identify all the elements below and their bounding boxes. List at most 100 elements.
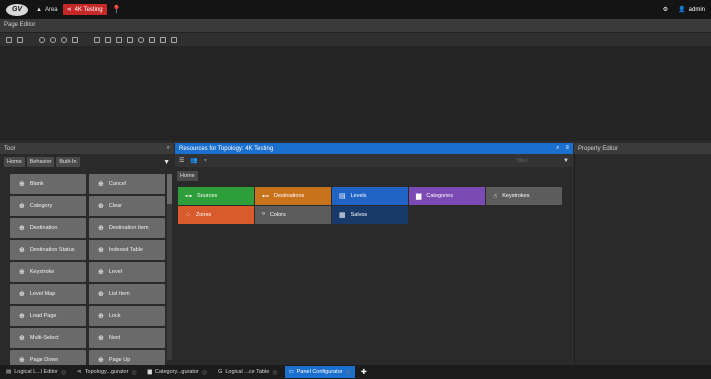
salvos-icon: ▦ <box>339 212 346 219</box>
resource-zones[interactable]: ⁘ Zones <box>178 206 254 224</box>
tool-lock[interactable]: ⊕ Lock <box>89 306 165 326</box>
scrollbar-thumb[interactable] <box>167 174 172 204</box>
users-icon[interactable]: 👥 <box>190 157 197 164</box>
list-view-icon[interactable]: ☰ <box>179 157 184 164</box>
tool-cancel[interactable]: ⊕ Cancel <box>89 174 165 194</box>
levels-icon: ▤ <box>339 193 346 200</box>
panel-icon: ▭ <box>288 369 294 375</box>
breadcrumb-area[interactable]: ▲ Area <box>36 7 58 13</box>
add-tab-icon[interactable]: ✚ <box>358 368 370 376</box>
tool-indexed-table[interactable]: ⊕ Indexed Table <box>89 240 165 260</box>
trash-icon[interactable] <box>171 36 177 43</box>
tool-icon: ⊕ <box>19 335 25 342</box>
tab-panel-configurator[interactable]: ▭ Panel Configurator ◎ <box>284 366 355 378</box>
gear-icon[interactable]: ⚙ <box>663 6 668 13</box>
tool-icon: ⊕ <box>98 269 104 276</box>
close-icon[interactable]: ◎ <box>202 369 207 376</box>
user-menu[interactable]: 👤 admin <box>678 6 705 14</box>
tool-destination-status[interactable]: ⊕ Destination Status <box>10 240 86 260</box>
tab-behavior[interactable]: Behavior <box>26 157 55 167</box>
tool-scrollbar[interactable] <box>167 174 172 360</box>
tool-level[interactable]: ⊕ Level <box>89 262 165 282</box>
search-icon[interactable]: ⌕ <box>167 145 170 152</box>
top-bar: GV ▲ Area ⋖ 4K Testing 📍 ⚙ 👤 admin <box>0 0 711 19</box>
breadcrumb-4k-testing[interactable]: ⋖ 4K Testing <box>62 4 107 15</box>
share-icon: ⋖ <box>77 369 82 375</box>
pin-icon[interactable]: 📍 <box>112 5 122 14</box>
tool-level-map[interactable]: ⊕ Level Map <box>10 284 86 304</box>
resource-colors[interactable]: ⁰ Colors <box>255 206 331 224</box>
tab-home[interactable]: Home <box>177 171 198 181</box>
sync-icon[interactable] <box>61 36 67 43</box>
tool-destination-item[interactable]: ⊕ Destination Item <box>89 218 165 238</box>
close-icon[interactable]: ◎ <box>272 369 277 376</box>
tab-home[interactable]: Home <box>4 157 25 167</box>
keystrokes-icon: ☝ <box>493 193 498 200</box>
resources-panel-header: Resources for Topology: 4K Testing ⌕ ≡ <box>175 143 573 154</box>
tab-logical-level-editor[interactable]: ▤ Logical L...l Editor ◎ <box>2 366 70 378</box>
tool-icon: ⊕ <box>98 247 104 254</box>
refresh-icon[interactable] <box>50 36 56 43</box>
resource-salvos[interactable]: ▦ Salvos <box>332 206 408 224</box>
link-icon[interactable] <box>127 36 133 43</box>
delete-icon[interactable] <box>72 36 78 43</box>
tool-panel-title: Tool <box>4 145 16 152</box>
resources-grid: ⊶ Sources ⊷ Destinations ▤ Levels ▆ Categori… <box>178 187 562 224</box>
tool-category[interactable]: ⊕ Category <box>10 196 86 216</box>
tab-built-in[interactable]: Built-In <box>56 157 80 167</box>
resource-keystrokes[interactable]: ☝ Keystrokes <box>486 187 562 205</box>
rotate-icon[interactable] <box>138 36 144 43</box>
tool-destination[interactable]: ⊕ Destination <box>10 218 86 238</box>
layout-icon[interactable] <box>149 36 155 43</box>
tool-icon: ⊕ <box>98 225 104 232</box>
tab-logical-device-table[interactable]: G Logical ...ce Table ◎ <box>214 366 281 378</box>
categories-icon: ▆ <box>416 193 422 200</box>
close-icon[interactable]: ◎ <box>61 369 66 376</box>
add-icon[interactable] <box>39 36 45 43</box>
resource-sources[interactable]: ⊶ Sources <box>178 187 254 205</box>
destinations-icon: ⊷ <box>262 193 269 200</box>
filter-icon[interactable]: ▼ <box>163 159 170 166</box>
tool-icon: ⊕ <box>98 181 104 188</box>
tab-topology-configurator[interactable]: ⋖ Topology...gurator ◎ <box>73 366 140 378</box>
resource-levels[interactable]: ▤ Levels <box>332 187 408 205</box>
filter-icon[interactable]: ▼ <box>563 158 569 164</box>
tool-blank[interactable]: ⊕ Blank <box>10 174 86 194</box>
search-icon[interactable]: ⌕ <box>556 145 559 152</box>
tool-load-page[interactable]: ⊕ Load Page <box>10 306 86 326</box>
cut-icon[interactable] <box>94 36 100 43</box>
page-editor-canvas[interactable] <box>0 46 711 141</box>
property-editor-header: Property Editor <box>574 143 711 154</box>
user-icon: 👤 <box>678 7 686 13</box>
resources-panel-title: Resources for Topology: 4K Testing <box>179 145 274 152</box>
tool-clear[interactable]: ⊕ Clear <box>89 196 165 216</box>
tab-category-configurator[interactable]: ▆ Category...gurator ◎ <box>144 366 211 378</box>
table-icon[interactable] <box>160 36 166 43</box>
folder-icon: ▆ <box>147 369 152 375</box>
gv-logo[interactable]: GV <box>6 3 28 16</box>
tool-list-item[interactable]: ⊕ List Item <box>89 284 165 304</box>
tool-icon: ⊕ <box>19 181 25 188</box>
dropdown-icon[interactable]: ▾ <box>204 157 207 164</box>
copy-icon[interactable] <box>105 36 111 43</box>
panel-icon[interactable] <box>17 36 23 43</box>
status-bar: ▤ Logical L...l Editor ◎ ⋖ Topology...gu… <box>0 365 711 379</box>
tool-panel: Home Behavior Built-In ▼ ⊕ Blank ⊕ Cancel … <box>0 154 174 370</box>
resources-panel: ☰ 👥 ▾ filter ▼ Home ⊶ Sources ⊷ Destinatio… <box>175 154 573 365</box>
tool-icon: ⊕ <box>98 291 104 298</box>
tool-icon: ⊕ <box>19 357 25 364</box>
close-icon[interactable]: ◎ <box>131 369 136 376</box>
tool-multi-select[interactable]: ⊕ Multi-Select <box>10 328 86 348</box>
tool-tabs: Home Behavior Built-In ▼ <box>0 154 174 170</box>
page-editor-header: Page Editor <box>0 19 711 33</box>
menu-icon[interactable]: ≡ <box>565 145 569 152</box>
filter-input[interactable]: filter <box>517 158 557 164</box>
paste-icon[interactable] <box>116 36 122 43</box>
tool-next[interactable]: ⊕ Next <box>89 328 165 348</box>
close-icon[interactable]: ◎ <box>346 369 351 376</box>
grid-icon[interactable] <box>6 36 12 43</box>
resource-categories[interactable]: ▆ Categories <box>409 187 485 205</box>
resource-destinations[interactable]: ⊷ Destinations <box>255 187 331 205</box>
tool-keystroke[interactable]: ⊕ Keystroke <box>10 262 86 282</box>
breadcrumb-area-label: Area <box>44 6 58 13</box>
